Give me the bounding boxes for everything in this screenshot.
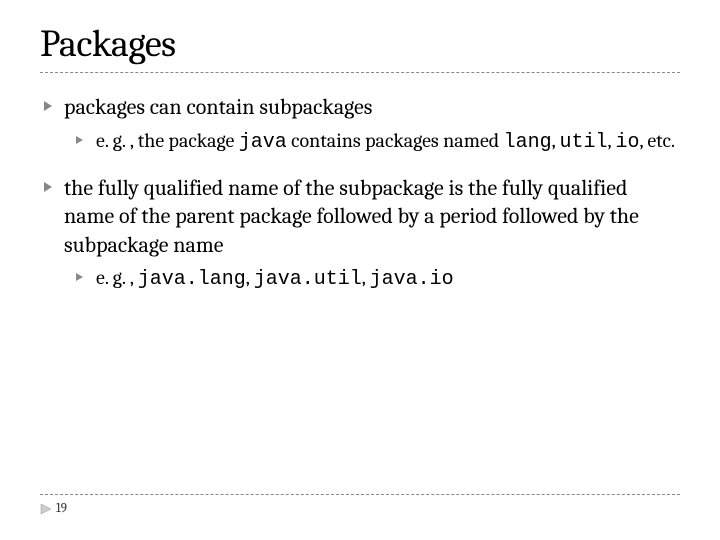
slide-title: Packages <box>40 22 680 66</box>
sub-list: e. g. , the package java contains packag… <box>64 128 680 156</box>
code-text: java.lang <box>138 268 246 291</box>
list-item: e. g. , java.lang, java.util, java.io <box>74 265 680 293</box>
code-text: java.io <box>370 268 454 291</box>
title-divider <box>40 72 680 73</box>
list-item: packages can contain subpackagese. g. , … <box>42 93 680 156</box>
code-text: java <box>239 131 287 154</box>
sub-list: e. g. , java.lang, java.util, java.io <box>64 265 680 293</box>
code-text: util <box>560 131 608 154</box>
page-marker: 19 <box>40 501 680 516</box>
page-number: 19 <box>56 501 67 516</box>
slide-footer: 19 <box>40 494 680 516</box>
code-text: lang <box>504 131 552 154</box>
list-item: e. g. , the package java contains packag… <box>74 128 680 156</box>
bullet-list: packages can contain subpackagese. g. , … <box>40 93 680 293</box>
footer-divider <box>40 494 680 495</box>
play-icon <box>40 503 52 515</box>
code-text: io <box>615 131 639 154</box>
list-item: the fully qualified name of the subpacka… <box>42 174 680 294</box>
code-text: java.util <box>254 268 362 291</box>
